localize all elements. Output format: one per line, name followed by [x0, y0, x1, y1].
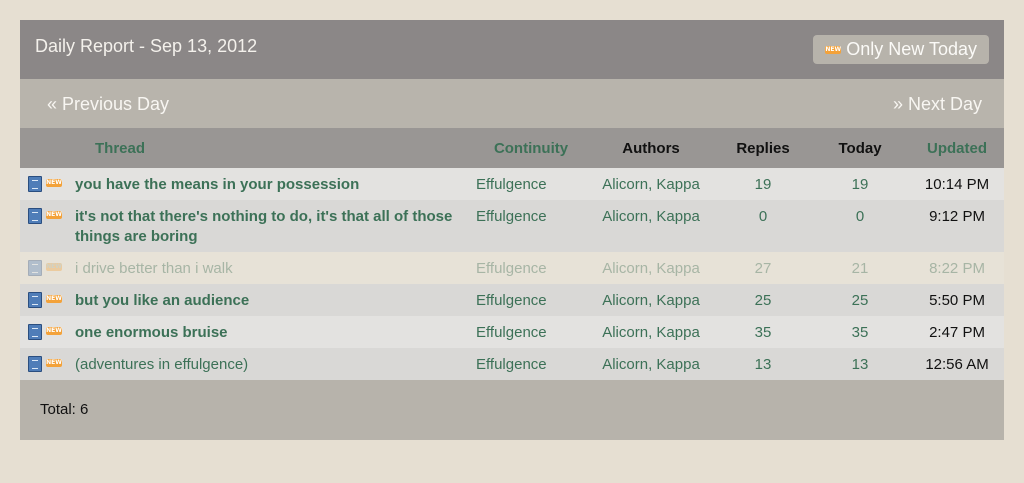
thread-link[interactable]: i drive better than i walk	[75, 260, 233, 277]
new-icon[interactable]: NEW	[46, 295, 62, 303]
today-count[interactable]: 19	[852, 176, 869, 193]
day-navigation: « Previous Day » Next Day	[20, 79, 1004, 128]
author-link[interactable]: Kappa	[656, 260, 699, 277]
table-row: NEW you have the means in your possessio…	[20, 168, 1005, 200]
new-icon[interactable]: NEW	[46, 327, 62, 335]
total-value: 6	[80, 401, 89, 418]
updated-time: 9:12 PM	[929, 208, 985, 225]
author-link[interactable]: Alicorn	[602, 208, 648, 225]
today-count[interactable]: 13	[852, 356, 869, 373]
continuity-link[interactable]: Effulgence	[476, 176, 547, 193]
next-day-link[interactable]: » Next Day	[893, 94, 982, 115]
table-row: NEW but you like an audience Effulgence …	[20, 284, 1005, 316]
column-header-continuity[interactable]: Continuity	[476, 128, 586, 168]
book-icon[interactable]	[28, 324, 42, 340]
report-footer: Total: 6	[20, 380, 1004, 440]
book-icon[interactable]	[28, 260, 42, 276]
only-new-today-label: Only New Today	[846, 39, 977, 59]
updated-time: 12:56 AM	[925, 356, 989, 373]
new-icon[interactable]: NEW	[46, 179, 62, 187]
thread-link[interactable]: one enormous bruise	[75, 324, 228, 341]
thread-link[interactable]: it's not that there's nothing to do, it'…	[75, 208, 452, 245]
replies-count[interactable]: 25	[755, 292, 772, 309]
continuity-link[interactable]: Effulgence	[476, 260, 547, 277]
author-link[interactable]: Alicorn	[602, 356, 648, 373]
author-link[interactable]: Alicorn	[602, 260, 648, 277]
threads-table: Thread Continuity Authors Replies Today …	[20, 128, 1005, 380]
thread-link[interactable]: you have the means in your possession	[75, 176, 359, 193]
daily-report-panel: Daily Report - Sep 13, 2012 NEW Only New…	[20, 20, 1005, 440]
book-icon[interactable]	[28, 292, 42, 308]
today-count[interactable]: 35	[852, 324, 869, 341]
table-row: NEW one enormous bruise Effulgence Alico…	[20, 316, 1005, 348]
replies-count[interactable]: 27	[755, 260, 772, 277]
replies-count[interactable]: 13	[755, 356, 772, 373]
author-link[interactable]: Kappa	[656, 208, 699, 225]
book-icon[interactable]	[28, 356, 42, 372]
new-icon[interactable]: NEW	[46, 263, 62, 271]
today-count[interactable]: 21	[852, 260, 869, 277]
table-row: NEW it's not that there's nothing to do,…	[20, 200, 1005, 252]
updated-time: 2:47 PM	[929, 324, 985, 341]
continuity-link[interactable]: Effulgence	[476, 292, 547, 309]
only-new-today-button[interactable]: NEW Only New Today	[813, 35, 989, 64]
thread-link[interactable]: but you like an audience	[75, 292, 249, 309]
author-link[interactable]: Kappa	[656, 356, 699, 373]
thread-link[interactable]: (adventures in effulgence)	[75, 356, 248, 373]
replies-count[interactable]: 19	[755, 176, 772, 193]
continuity-link[interactable]: Effulgence	[476, 324, 547, 341]
column-header-updated[interactable]: Updated	[910, 128, 1004, 168]
replies-count[interactable]: 35	[755, 324, 772, 341]
updated-time: 10:14 PM	[924, 176, 990, 193]
table-header-row: Thread Continuity Authors Replies Today …	[20, 128, 1005, 168]
updated-time: 8:22 PM	[929, 260, 985, 277]
updated-time: 5:50 PM	[929, 292, 985, 309]
total-label: Total:	[40, 401, 76, 418]
author-link[interactable]: Alicorn	[602, 292, 648, 309]
today-count[interactable]: 0	[856, 208, 864, 225]
page-title: Daily Report - Sep 13, 2012	[35, 36, 258, 56]
author-link[interactable]: Kappa	[656, 324, 699, 341]
today-count[interactable]: 25	[852, 292, 869, 309]
new-icon[interactable]: NEW	[46, 211, 62, 219]
column-header-replies: Replies	[736, 139, 790, 157]
table-row: NEW (adventures in effulgence) Effulgenc…	[20, 348, 1005, 380]
continuity-link[interactable]: Effulgence	[476, 356, 547, 373]
new-icon: NEW	[825, 45, 842, 54]
previous-day-link[interactable]: « Previous Day	[47, 94, 169, 115]
author-link[interactable]: Kappa	[656, 176, 699, 193]
author-link[interactable]: Alicorn	[602, 176, 648, 193]
total-count: Total: 6	[40, 401, 88, 418]
book-icon[interactable]	[28, 208, 42, 224]
report-header: Daily Report - Sep 13, 2012 NEW Only New…	[20, 20, 1004, 79]
continuity-link[interactable]: Effulgence	[476, 208, 547, 225]
replies-count[interactable]: 0	[759, 208, 767, 225]
book-icon[interactable]	[28, 176, 42, 192]
column-header-authors: Authors	[622, 139, 680, 157]
table-row: NEW i drive better than i walk Effulgenc…	[20, 252, 1005, 284]
new-icon[interactable]: NEW	[46, 359, 62, 367]
author-link[interactable]: Alicorn	[602, 324, 648, 341]
column-header-today: Today	[838, 139, 882, 157]
column-header-thread[interactable]: Thread	[20, 128, 476, 168]
author-link[interactable]: Kappa	[656, 292, 699, 309]
